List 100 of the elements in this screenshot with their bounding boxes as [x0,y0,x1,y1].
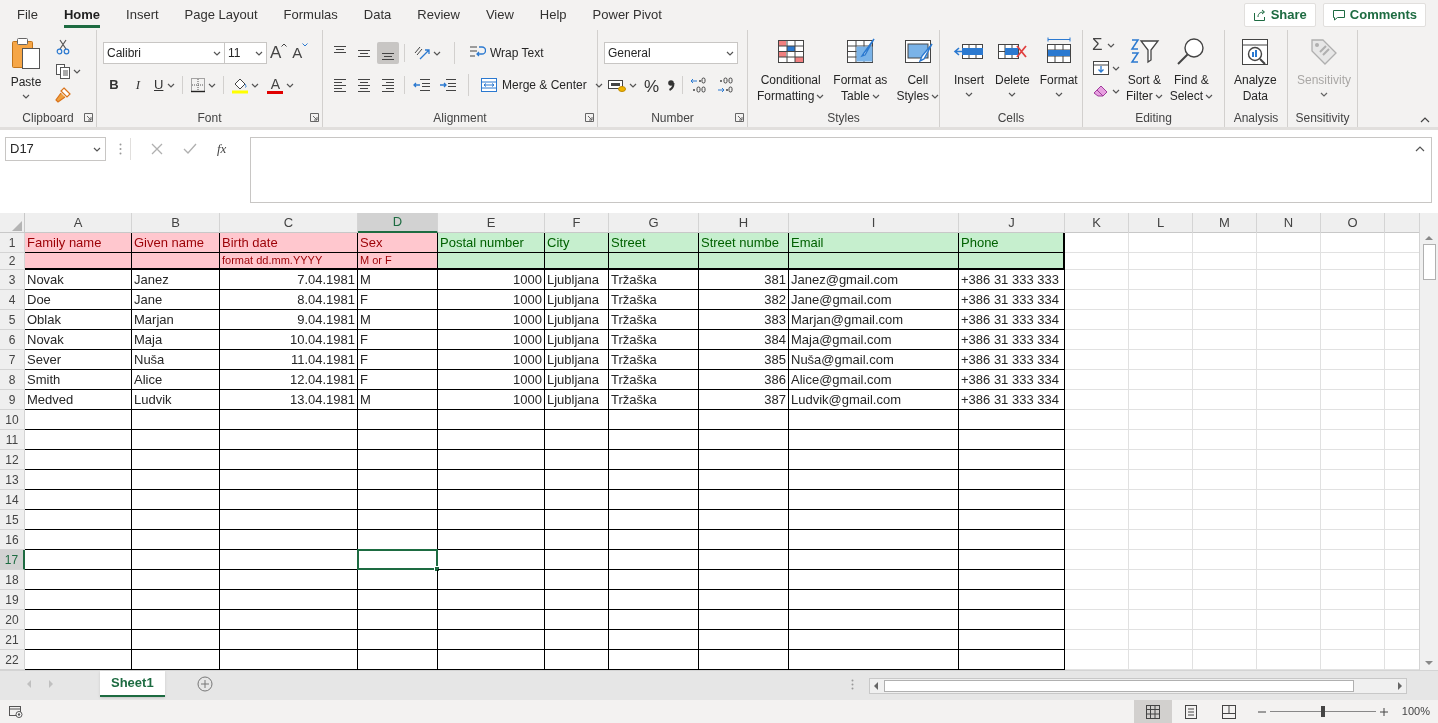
caret-icon [213,50,221,56]
table-cell: Ljubljana [545,370,609,390]
shrink-font-button[interactable]: A [292,43,309,63]
menu-tab[interactable]: View [485,0,514,30]
row-header[interactable]: 2 [0,253,25,270]
ribbon-button[interactable]: Analyze Data [1231,30,1280,108]
vertical-scrollbar[interactable] [1419,213,1438,670]
caret-icon [251,82,260,88]
formula-input[interactable] [250,137,1432,203]
table-cell [1257,233,1321,253]
row-header[interactable]: 9 [0,390,25,410]
menu-tab[interactable]: File [17,0,38,30]
underline-button[interactable]: U [151,74,179,96]
table-cell [1129,450,1193,470]
row-header[interactable]: 18 [0,570,25,590]
menu-tab[interactable]: Page Layout [184,0,258,30]
row-header[interactable]: 6 [0,330,25,350]
row-header[interactable]: 21 [0,630,25,650]
italic-button[interactable]: I [127,74,149,96]
table-cell: Ljubljana [545,290,609,310]
menu-tab[interactable]: Data [363,0,392,30]
percent-button[interactable]: % [641,74,663,96]
increase-indent-icon [439,77,457,93]
bold-button[interactable]: B [103,74,125,96]
column-header[interactable]: O [1321,213,1385,233]
menu-tab[interactable]: Review [417,0,460,30]
ribbon-button[interactable]: Insert [950,30,988,108]
slider-thumb[interactable] [1320,706,1325,717]
ribbon-button[interactable]: Cell Styles [893,30,943,108]
name-box[interactable]: D17 [5,137,106,161]
table-cell [1257,550,1321,570]
wrap-text-button[interactable]: Wrap Text [465,42,547,64]
ribbon-button[interactable]: Format as Table [830,30,891,108]
grow-font-button[interactable]: A [270,43,288,63]
horizontal-scrollbar[interactable] [868,678,1407,694]
menu-tab[interactable]: Home [63,0,101,30]
paste-button[interactable]: Paste [6,30,46,108]
menu-tab[interactable]: Power Pivot [592,0,662,30]
view-button[interactable] [1133,700,1172,723]
row-header[interactable]: 7 [0,350,25,370]
new-sheet-icon [196,676,213,692]
row-header[interactable]: 11 [0,430,25,450]
autosum-button[interactable]: Σ [1089,34,1123,56]
ribbon-button[interactable]: Find & Select [1166,30,1217,108]
number-format-field[interactable]: General [604,42,738,64]
row-header[interactable]: 19 [0,590,25,610]
ribbon-button[interactable]: Format [1036,30,1081,108]
row-header[interactable]: 17 [0,550,25,570]
zoom-level[interactable]: 100% [1401,703,1430,720]
table-cell [1129,350,1193,370]
column-header[interactable]: D [358,213,438,233]
row-header[interactable]: 16 [0,530,25,550]
ribbon-button[interactable]: Delete [992,30,1033,108]
vertical-align-button[interactable] [377,42,399,64]
row-header[interactable]: 15 [0,510,25,530]
caret-icon [22,94,30,99]
table-cell: 10.04.1981 [220,330,358,350]
row-header[interactable]: 10 [0,410,25,430]
table-cell [1065,233,1129,253]
row-header[interactable]: 13 [0,470,25,490]
font-color-button[interactable]: A [264,74,298,96]
merge-center-button[interactable]: Merge & Center [477,74,606,96]
row-header[interactable]: 5 [0,310,25,330]
row-header[interactable]: 20 [0,610,25,630]
table-cell [545,570,609,590]
row-header[interactable]: 14 [0,490,25,510]
row-header[interactable]: 8 [0,370,25,390]
column-header[interactable]: N [1257,213,1321,233]
ribbon-button[interactable]: Sort & Filter [1123,30,1166,108]
scroll-up-icon [1425,235,1433,240]
menu-tab[interactable]: Insert [126,0,159,30]
accounting-format-icon [607,77,627,93]
share-button[interactable]: Share [1243,3,1316,27]
scrollbar-thumb[interactable] [883,680,1354,692]
table-cell [1321,233,1385,253]
ribbon-button[interactable]: Conditional Formatting [754,30,828,108]
caret-icon [433,50,441,56]
column-header[interactable]: M [1193,213,1257,233]
table-cell [1193,550,1257,570]
align-left-icon [332,77,348,93]
zoom-slider[interactable] [1269,705,1376,718]
font-name-field[interactable]: Calibri [103,42,225,64]
font-size-field[interactable]: 11 [225,42,267,64]
sheet-tab[interactable]: Sheet1 [100,671,165,697]
table-cell: 12.04.1981 [220,370,358,390]
row-header[interactable]: 1 [0,233,25,253]
table-cell: Ljubljana [545,270,609,290]
menu-tab[interactable]: Help [539,0,567,30]
row-header[interactable]: 4 [0,290,25,310]
row-header[interactable]: 3 [0,270,25,290]
row-header[interactable]: 22 [0,650,25,670]
menu-tab[interactable]: Formulas [283,0,338,30]
column-header[interactable]: L [1129,213,1193,233]
table-cell [1321,590,1385,610]
column-header[interactable]: K [1065,213,1129,233]
row-header[interactable]: 12 [0,450,25,470]
comments-button[interactable]: Comments [1322,3,1426,27]
table-cell [1257,610,1321,630]
scrollbar-thumb[interactable] [1422,244,1436,280]
insert-function-button[interactable]: fx [217,139,227,159]
